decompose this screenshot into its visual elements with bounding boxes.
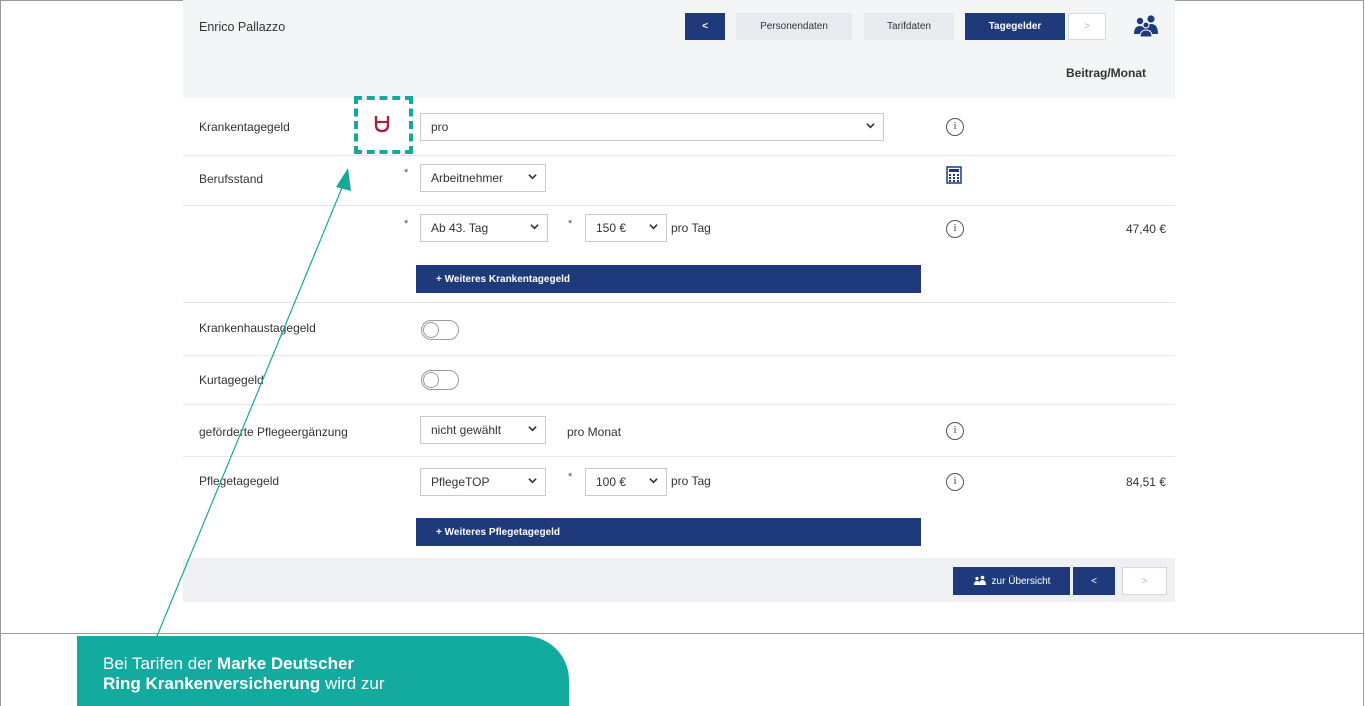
label-kurtagegeld: Kurtagegeld bbox=[199, 373, 264, 387]
info-icon[interactable]: i bbox=[946, 422, 964, 440]
add-krankentagegeld-button[interactable]: + Weiteres Krankentagegeld bbox=[416, 265, 921, 293]
group-icon[interactable] bbox=[1133, 14, 1159, 38]
ktg-amount-select-value: 150 € bbox=[596, 221, 627, 235]
pflegeergaenzung-unit-label: pro Monat bbox=[567, 425, 622, 439]
berufsstand-select-value: Arbeitnehmer bbox=[431, 171, 504, 185]
ktg-start-select-value: Ab 43. Tag bbox=[431, 221, 489, 235]
info-icon[interactable]: i bbox=[946, 220, 964, 238]
callout-brand-2: Ring Krankenversicherung bbox=[103, 674, 321, 693]
required-marker: * bbox=[568, 471, 573, 483]
chevron-down-icon bbox=[649, 478, 658, 484]
callout-brand-1: Marke Deutscher bbox=[217, 654, 355, 673]
label-pflegetagegeld: Pflegetagegeld bbox=[199, 474, 280, 488]
tab-tarifdaten[interactable]: Tarifdaten bbox=[864, 13, 954, 40]
required-marker: * bbox=[404, 167, 409, 179]
ptg-amount-select-value: 100 € bbox=[596, 475, 627, 489]
chevron-down-icon bbox=[866, 123, 875, 129]
footer-back-button[interactable]: < bbox=[1073, 567, 1115, 595]
callout-text: Bei Tarifen der bbox=[103, 654, 218, 673]
ktg-price: 47,40 € bbox=[1125, 222, 1166, 236]
ptg-unit-label: pro Tag bbox=[671, 474, 711, 488]
label-pflegeergaenzung: geförderte Pflegeergänzung bbox=[199, 425, 348, 439]
row-divider bbox=[183, 404, 1175, 405]
label-krankentagegeld: Krankentagegeld bbox=[199, 120, 290, 134]
ptg-price: 84,51 € bbox=[1125, 475, 1166, 489]
brand-icon bbox=[374, 116, 390, 133]
ktg-unit-label: pro Tag bbox=[671, 221, 711, 235]
frame-bottom-border bbox=[0, 633, 1364, 634]
group-icon bbox=[973, 575, 986, 585]
toggle-knob bbox=[423, 322, 439, 338]
label-berufsstand: Berufsstand bbox=[199, 172, 264, 186]
row-divider bbox=[183, 355, 1175, 356]
required-marker: * bbox=[568, 218, 573, 230]
calculator-icon[interactable] bbox=[946, 166, 962, 184]
chevron-down-icon bbox=[528, 478, 537, 484]
frame-right-border bbox=[1363, 0, 1364, 706]
krankentagegeld-select[interactable]: pro bbox=[420, 113, 884, 141]
row-divider bbox=[183, 456, 1175, 457]
footer-next-button[interactable]: > bbox=[1122, 567, 1167, 595]
krankentagegeld-select-value: pro bbox=[431, 120, 449, 134]
tab-personendaten[interactable]: Personendaten bbox=[736, 13, 852, 40]
krankenhaustagegeld-toggle[interactable] bbox=[421, 320, 459, 340]
toggle-knob bbox=[423, 372, 439, 388]
ptg-amount-select[interactable]: 100 € bbox=[585, 468, 667, 496]
pflegeergaenzung-select[interactable]: nicht gewählt bbox=[420, 416, 546, 444]
frame-left-border bbox=[0, 0, 1, 706]
info-icon[interactable]: i bbox=[946, 118, 964, 136]
pflegeergaenzung-select-value: nicht gewählt bbox=[431, 423, 502, 437]
ktg-amount-select[interactable]: 150 € bbox=[585, 214, 667, 242]
chevron-down-icon bbox=[649, 224, 658, 230]
chevron-down-icon bbox=[528, 174, 537, 180]
overview-button[interactable]: zur Übersicht bbox=[953, 567, 1070, 595]
add-pflegetagegeld-button[interactable]: + Weiteres Pflegetagegeld bbox=[416, 518, 921, 546]
pflegetagegeld-select-value: PflegeTOP bbox=[431, 475, 490, 489]
row-divider bbox=[183, 205, 1175, 206]
pflegetagegeld-select[interactable]: PflegeTOP bbox=[420, 468, 546, 496]
user-name: Enrico Pallazzo bbox=[199, 20, 286, 34]
overview-button-label: zur Übersicht bbox=[991, 575, 1051, 587]
callout-box: Bei Tarifen der Marke Deutscher Ring Kra… bbox=[77, 636, 569, 706]
chevron-down-icon bbox=[528, 426, 537, 432]
tab-tagegelder[interactable]: Tagegelder bbox=[965, 13, 1065, 40]
column-header-band bbox=[183, 62, 1175, 98]
ktg-start-select[interactable]: Ab 43. Tag bbox=[420, 214, 548, 242]
berufsstand-select[interactable]: Arbeitnehmer bbox=[420, 164, 546, 192]
label-krankenhaustagegeld: Krankenhaustagegeld bbox=[199, 321, 316, 335]
kurtagegeld-toggle[interactable] bbox=[421, 370, 459, 390]
form-band bbox=[183, 98, 1175, 558]
info-icon[interactable]: i bbox=[946, 473, 964, 491]
header-next-button[interactable]: > bbox=[1068, 13, 1106, 40]
row-divider bbox=[183, 302, 1175, 303]
required-marker: * bbox=[404, 218, 409, 230]
callout-text-end: wird zur bbox=[320, 674, 385, 693]
column-header-beitrag: Beitrag/Monat bbox=[1066, 66, 1147, 80]
chevron-down-icon bbox=[530, 224, 539, 230]
header-back-button[interactable]: < bbox=[685, 13, 725, 40]
row-divider bbox=[183, 155, 1175, 156]
